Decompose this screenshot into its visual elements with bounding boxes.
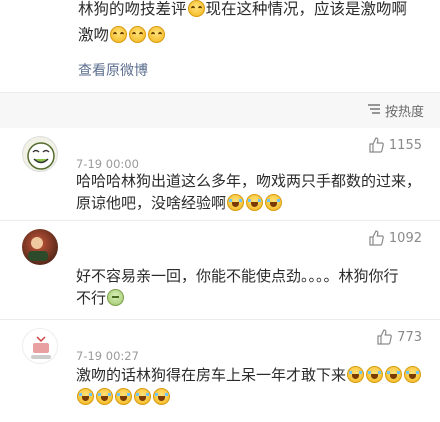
thumbs-up-icon: [369, 230, 384, 246]
comment-line: 哈哈哈林狗出道这么多年，吻戏两只手都数的过来，: [76, 172, 422, 190]
laughing-emoji-icon: [246, 194, 264, 211]
view-original-weibo-link[interactable]: 查看原微博: [78, 60, 148, 80]
like-count: 1092: [388, 230, 422, 246]
comment-line: 激吻的话林狗得在房车上呆一年才敢下来: [76, 366, 347, 384]
laughing-emoji-icon: [115, 388, 132, 405]
comment-item: 7-19 00:00 1155 哈哈哈林狗出道这么多年，吻戏两只手都数的过来， …: [0, 128, 440, 221]
sort-label: 按热度: [384, 105, 424, 120]
comment-text: 哈哈哈林狗出道这么多年，吻戏两只手都数的过来， 原谅他吧，没啥经验啊: [76, 170, 426, 214]
laughing-emoji-icon: [153, 388, 170, 405]
comment-timestamp: 7-19 00:27: [76, 349, 139, 363]
comment-sort-bar: 按热度: [0, 93, 440, 128]
small-figure-avatar[interactable]: [22, 328, 58, 364]
comment-text: 好不容易亲一回，你能不能使点劲。。。。林狗你行 不行: [76, 265, 426, 309]
laughing-emoji-icon: [404, 366, 422, 383]
photo-avatar[interactable]: [22, 229, 58, 265]
post-line1-part-a: 林狗的吻技差评: [78, 0, 187, 18]
comment-timestamp: 7-19 00:00: [76, 157, 139, 171]
comment-line: 好不容易亲一回，你能不能使点劲。。。。林狗你行: [76, 267, 399, 285]
like-count: 1155: [388, 137, 422, 153]
comment-item: 1092 好不容易亲一回，你能不能使点劲。。。。林狗你行 不行: [0, 221, 440, 320]
laughing-emoji-icon: [366, 366, 384, 383]
comment-line: 原谅他吧，没啥经验啊: [76, 194, 227, 212]
thumbs-up-icon: [369, 137, 384, 153]
like-button[interactable]: 1092: [368, 230, 422, 246]
thumbs-up-icon: [377, 329, 393, 345]
speechless-emoji-icon: [107, 289, 125, 306]
laughing-emoji-icon: [385, 366, 403, 383]
crying-emoji-icon: [110, 26, 128, 43]
comment-line: 不行: [76, 289, 107, 307]
comment-item: 7-19 00:27 773 激吻的话林狗得在房车上呆一年才敢下来: [0, 320, 440, 416]
post-line2: 激吻: [78, 26, 110, 44]
laughing-emoji-icon: [227, 194, 245, 211]
post-content: 林狗的吻技差评 现在这种情况，应该是激吻啊 激吻 查看原微博: [0, 0, 440, 93]
laughing-emoji-icon: [134, 388, 151, 405]
crying-emoji-icon: [129, 26, 147, 43]
like-count: 773: [397, 329, 422, 345]
laughing-emoji-icon: [96, 388, 113, 405]
comment-text: 激吻的话林狗得在房车上呆一年才敢下来: [76, 364, 426, 408]
sort-lines-icon: [367, 103, 381, 119]
laughing-emoji-icon: [347, 366, 365, 383]
like-button[interactable]: 773: [376, 329, 422, 345]
cartoon-face-avatar[interactable]: [22, 136, 58, 172]
post-text: 林狗的吻技差评 现在这种情况，应该是激吻啊 激吻: [78, 0, 426, 48]
crying-emoji-icon: [187, 0, 205, 17]
laughing-emoji-icon: [77, 388, 94, 405]
crying-emoji-icon: [148, 26, 166, 43]
post-line1-part-b: 现在这种情况，应该是激吻啊: [205, 0, 408, 18]
laughing-emoji-icon: [265, 194, 283, 211]
like-button[interactable]: 1155: [368, 137, 422, 153]
sort-by-heat-button[interactable]: 按热度: [367, 101, 424, 120]
